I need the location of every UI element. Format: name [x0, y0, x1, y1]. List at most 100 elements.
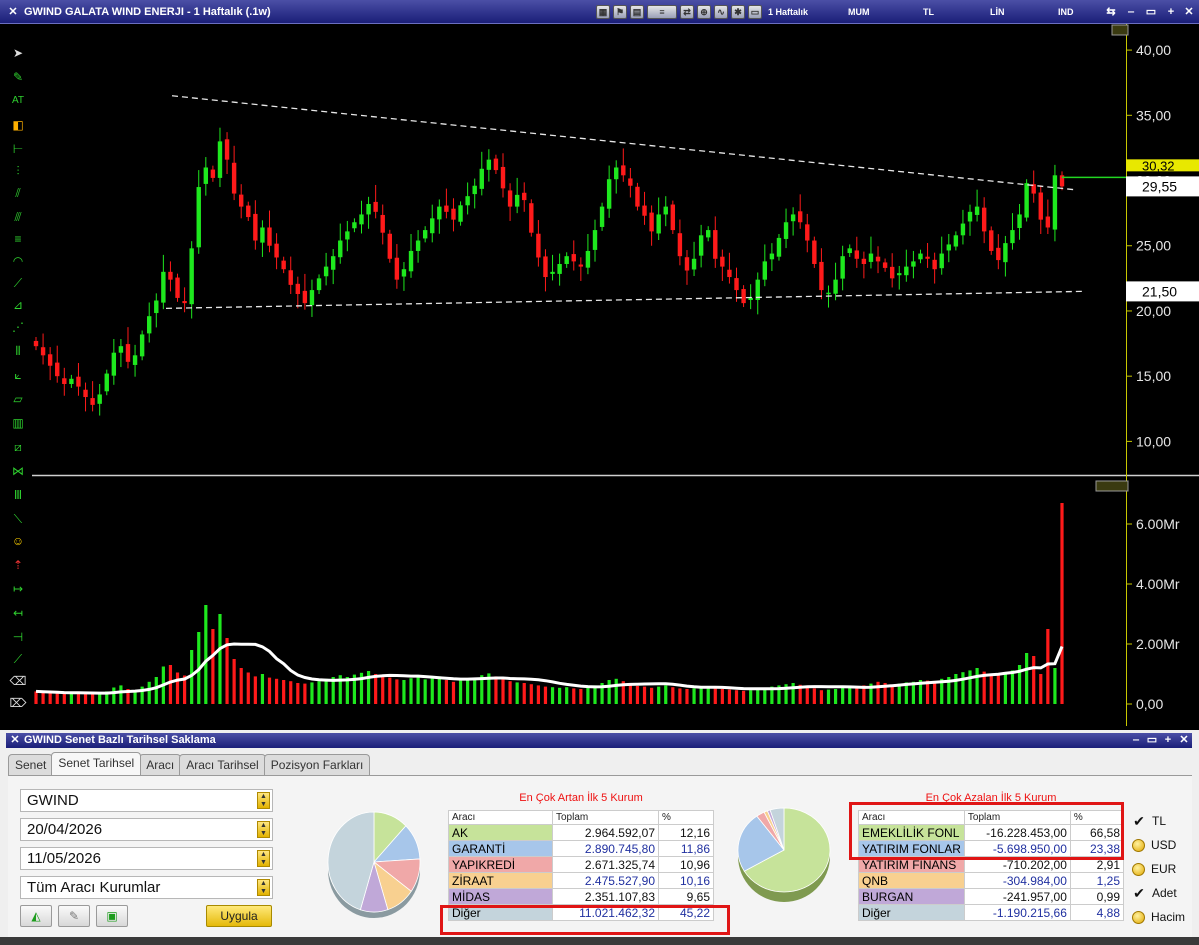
news-icon[interactable]: ▤: [630, 5, 644, 19]
table-row[interactable]: BURGAN -241.957,00 0,99: [858, 888, 1125, 905]
panel-maximize-icon[interactable]: +: [1162, 733, 1174, 747]
panel-close2-icon[interactable]: ✕: [1178, 733, 1190, 747]
date-from-field[interactable]: 20/04/2026 ▲ ▼: [20, 818, 273, 841]
tab-araci[interactable]: Aracı: [139, 754, 182, 775]
date-to-field[interactable]: 11/05/2026 ▲ ▼: [20, 847, 273, 870]
compare-icon[interactable]: ⇄: [680, 5, 694, 19]
andrews-icon[interactable]: ⧄: [9, 438, 27, 456]
table-row[interactable]: YATIRIM FONLAR -5.698.950,00 23,38: [858, 840, 1125, 857]
option-tl[interactable]: ✔ TL: [1132, 814, 1166, 828]
indicator-icon[interactable]: ∿: [714, 5, 728, 19]
price-volume-chart[interactable]: 40,0035,0030,0025,0020,0015,0010,00 6.00…: [32, 24, 1199, 726]
rectangle-icon[interactable]: ▱: [9, 390, 27, 408]
pencil-icon[interactable]: ✎: [9, 68, 27, 86]
cycle-lines-icon[interactable]: ⦀: [9, 342, 27, 360]
speed-lines-icon[interactable]: ⟀: [9, 366, 27, 384]
table-row[interactable]: QNB -304.984,00 1,25: [858, 872, 1125, 889]
checkmark-icon[interactable]: ✔: [1132, 886, 1146, 900]
tab-araci-tarihsel[interactable]: Aracı Tarihsel: [179, 754, 266, 775]
scale-selector[interactable]: LİN: [990, 7, 1005, 17]
fundamental-icon[interactable]: ≡: [647, 5, 677, 19]
panel-minimize-icon[interactable]: ‒: [1130, 733, 1142, 747]
settings-icon[interactable]: ✱: [731, 5, 745, 19]
smiley-icon[interactable]: ☺: [9, 532, 27, 550]
close-icon[interactable]: ✕: [6, 5, 20, 19]
table-row[interactable]: Diğer 11.021.462,32 45,22: [448, 904, 714, 921]
maximize-icon[interactable]: +: [1164, 5, 1178, 19]
fan-icon[interactable]: ⟋: [9, 274, 27, 292]
link-icon[interactable]: ⇆: [1104, 5, 1118, 19]
measure-icon[interactable]: ⊣: [9, 628, 27, 646]
zigzag-icon[interactable]: ⋈: [9, 462, 27, 480]
chart-area[interactable]: 40,0035,0030,0025,0020,0015,0010,00 6.00…: [32, 24, 1199, 726]
diagonal-icon[interactable]: ⟋: [9, 650, 27, 668]
symbol-list-icon[interactable]: ▦: [596, 5, 610, 19]
chart-type-selector[interactable]: MUM: [848, 7, 870, 17]
parallel-icon[interactable]: ⫻: [9, 208, 27, 226]
horizontal-lines-icon[interactable]: ≡: [9, 230, 27, 248]
table-row[interactable]: ZİRAAT 2.475.527,90 10,16: [448, 872, 714, 889]
template-icon[interactable]: ▭: [748, 5, 762, 19]
date-spinner-icon[interactable]: ▲ ▼: [257, 850, 270, 867]
line-icon[interactable]: ⊢: [9, 140, 27, 158]
chart-button[interactable]: ◭: [20, 905, 52, 927]
columns-icon[interactable]: Ⅲ: [9, 486, 27, 504]
eraser-icon[interactable]: ⌫: [9, 672, 27, 690]
period-selector[interactable]: 1 Haftalık: [768, 7, 808, 17]
fib-fan-icon[interactable]: ⋰: [9, 318, 27, 336]
eraser-all-icon[interactable]: ⌦: [9, 694, 27, 712]
table-row[interactable]: AK 2.964.592,07 12,16: [448, 824, 714, 841]
ruler-icon[interactable]: ⟍: [9, 510, 27, 528]
close-window-icon[interactable]: ✕: [1182, 5, 1196, 19]
arrow-right-icon[interactable]: ↦: [9, 580, 27, 598]
grid-icon[interactable]: ▥: [9, 414, 27, 432]
broker-filter-select[interactable]: Tüm Aracı Kurumlar ▲ ▼: [20, 876, 273, 899]
trendlines[interactable]: [165, 95, 1126, 309]
arrow-up-icon[interactable]: ⇡: [9, 556, 27, 574]
edit-button[interactable]: ✎: [58, 905, 90, 927]
radio-coin-icon[interactable]: [1132, 910, 1145, 924]
pointer-icon[interactable]: ➤: [9, 44, 27, 62]
tab-senet-tarihsel[interactable]: Senet Tarihsel: [51, 752, 142, 775]
option-eur[interactable]: EUR: [1132, 862, 1176, 876]
checkmark-icon[interactable]: ✔: [1132, 814, 1146, 828]
option-adet[interactable]: ✔ Adet: [1132, 886, 1177, 900]
excel-button[interactable]: ▣: [96, 905, 128, 927]
tab-pozisyon-farklari[interactable]: Pozisyon Farkları: [263, 754, 371, 775]
currency-selector[interactable]: TL: [923, 7, 934, 17]
table-row[interactable]: GARANTİ 2.890.745,80 11,86: [448, 840, 714, 857]
channel-icon[interactable]: ⫽: [9, 184, 27, 202]
auto-trend-icon[interactable]: AT: [9, 92, 27, 110]
table-row[interactable]: EMEKLİLİK FONL -16.228.453,00 66,58: [858, 824, 1125, 841]
volume-bar: [416, 677, 420, 704]
alarm-icon[interactable]: ⚑: [613, 5, 627, 19]
minimize-icon[interactable]: ‒: [1124, 5, 1138, 19]
symbol-select[interactable]: GWIND ▲ ▼: [20, 789, 273, 812]
tab-senet[interactable]: Senet: [8, 754, 54, 775]
table-row[interactable]: MİDAS 2.351.107,83 9,65: [448, 888, 714, 905]
volume-pane-ctrl-icon[interactable]: [1095, 480, 1129, 492]
radio-coin-icon[interactable]: [1132, 838, 1145, 852]
fibonacci-icon[interactable]: ◧: [9, 116, 27, 134]
gann-icon[interactable]: ⊿: [9, 296, 27, 314]
option-usd[interactable]: USD: [1132, 838, 1176, 852]
pane-ctrl-icon[interactable]: [1111, 24, 1129, 36]
panel-close-icon[interactable]: ✕: [9, 733, 21, 747]
table-row[interactable]: Diğer -1.190.215,66 4,88: [858, 904, 1125, 921]
dropdown-arrow-icon[interactable]: ▲ ▼: [257, 792, 270, 809]
table-row[interactable]: YAPIKREDİ 2.671.325,74 10,96: [448, 856, 714, 873]
dropdown-arrow-icon[interactable]: ▲ ▼: [257, 879, 270, 896]
restore-icon[interactable]: ▭: [1144, 5, 1158, 19]
arrow-left-icon[interactable]: ↤: [9, 604, 27, 622]
vertical-line-icon[interactable]: ⫶: [9, 162, 27, 180]
arc-icon[interactable]: ◠: [9, 252, 27, 270]
broker-pct: 12,16: [658, 824, 714, 841]
table-row[interactable]: YATIRIM FİNANS -710.202,00 2,91: [858, 856, 1125, 873]
zoom-icon[interactable]: ⊕: [697, 5, 711, 19]
indicator-selector[interactable]: IND: [1058, 7, 1074, 17]
date-spinner-icon[interactable]: ▲ ▼: [257, 821, 270, 838]
apply-button[interactable]: Uygula: [206, 905, 272, 927]
panel-restore-icon[interactable]: ▭: [1146, 733, 1158, 747]
option-hacim[interactable]: Hacim: [1132, 910, 1185, 924]
radio-coin-icon[interactable]: [1132, 862, 1145, 876]
